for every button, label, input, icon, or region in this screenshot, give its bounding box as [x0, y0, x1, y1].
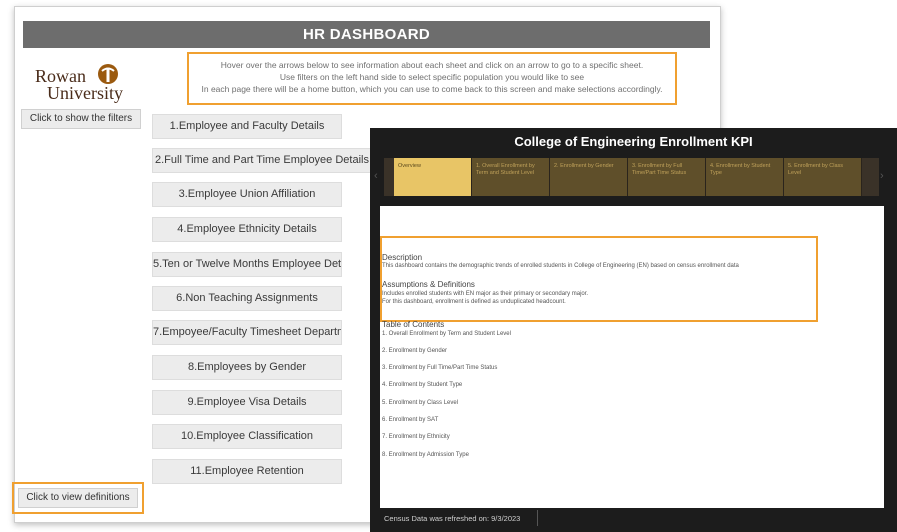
description-text: This dashboard contains the demographic …	[382, 263, 739, 269]
nav-visa-details[interactable]: 9.Employee Visa Details	[152, 390, 342, 415]
assumptions-heading: Assumptions & Definitions	[382, 280, 475, 289]
assumption-item: For this dashboard, enrollment is define…	[382, 299, 566, 305]
nav-union-affiliation[interactable]: 3.Employee Union Affiliation	[152, 182, 342, 207]
toc-heading: Table of Contents	[382, 320, 445, 329]
tab-overview[interactable]: Overview	[394, 158, 472, 196]
toc-item[interactable]: 6. Enrollment by SAT	[382, 417, 438, 424]
kpi-content-panel: Description This dashboard contains the …	[380, 206, 884, 508]
toc-item[interactable]: 2. Enrollment by Gender	[382, 348, 447, 355]
view-definitions-button[interactable]: Click to view definitions	[18, 488, 138, 508]
assumption-item: Includes enrolled students with EN major…	[382, 291, 589, 297]
footer-divider	[537, 510, 538, 526]
hr-dashboard-title: HR DASHBOARD	[23, 21, 710, 48]
description-highlight	[380, 236, 818, 322]
rowan-logo: Rowan University	[35, 63, 145, 103]
kpi-title: College of Engineering Enrollment KPI	[514, 134, 753, 149]
nav-employee-faculty-details[interactable]: 1.Employee and Faculty Details	[152, 114, 342, 139]
toc-item[interactable]: 4. Enrollment by Student Type	[382, 382, 462, 389]
kpi-tab-strip: Overview 1. Overall Enrollment by Term a…	[384, 158, 879, 196]
tab-enrollment-student-type[interactable]: 4. Enrollment by Student Type	[706, 158, 784, 196]
tab-enrollment-gender[interactable]: 2. Enrollment by Gender	[550, 158, 628, 196]
instruction-line: Hover over the arrows below to see infor…	[220, 60, 644, 70]
nav-employee-classification[interactable]: 10.Employee Classification	[152, 424, 342, 449]
instruction-line: In each page there will be a home button…	[201, 84, 663, 94]
logo-text-university: University	[47, 83, 123, 103]
show-filters-button[interactable]: Click to show the filters	[21, 109, 141, 129]
toc-item[interactable]: 5. Enrollment by Class Level	[382, 400, 458, 407]
chevron-right-icon[interactable]: ›	[880, 170, 884, 182]
nav-full-part-time[interactable]: 2.Full Time and Part Time Employee Detai…	[152, 148, 372, 173]
toc-item[interactable]: 8. Enrollment by Admission Type	[382, 452, 469, 459]
tab-enrollment-fulltime[interactable]: 3. Enrollment by Full Time/Part Time Sta…	[628, 158, 706, 196]
chevron-left-icon[interactable]: ‹	[374, 170, 378, 182]
nav-timesheet-department[interactable]: 7.Empoyee/Faculty Timesheet Department	[152, 320, 342, 345]
toc-item[interactable]: 7. Enrollment by Ethnicity	[382, 434, 450, 441]
nav-employees-by-gender[interactable]: 8.Employees by Gender	[152, 355, 342, 380]
refresh-date-footer: Census Data was refreshed on: 9/3/2023	[384, 514, 521, 523]
kpi-window: College of Engineering Enrollment KPI ‹ …	[370, 128, 897, 532]
tab-enrollment-class-level[interactable]: 5. Enrollment by Class Level	[784, 158, 862, 196]
instructions-box: Hover over the arrows below to see infor…	[187, 52, 677, 105]
tab-overall-enrollment[interactable]: 1. Overall Enrollment by Term and Studen…	[472, 158, 550, 196]
nav-employee-retention[interactable]: 11.Employee Retention	[152, 459, 342, 484]
nav-non-teaching[interactable]: 6.Non Teaching Assignments	[152, 286, 342, 311]
nav-ten-twelve-months[interactable]: 5.Ten or Twelve Months Employee Details	[152, 252, 342, 277]
toc-item[interactable]: 3. Enrollment by Full Time/Part Time Sta…	[382, 365, 497, 372]
instruction-line: Use filters on the left hand side to sel…	[279, 72, 585, 82]
description-heading: Description	[382, 253, 423, 262]
toc-item[interactable]: 1. Overall Enrollment by Term and Studen…	[382, 331, 511, 338]
nav-ethnicity-details[interactable]: 4.Employee Ethnicity Details	[152, 217, 342, 242]
definitions-highlight: Click to view definitions	[12, 482, 144, 514]
